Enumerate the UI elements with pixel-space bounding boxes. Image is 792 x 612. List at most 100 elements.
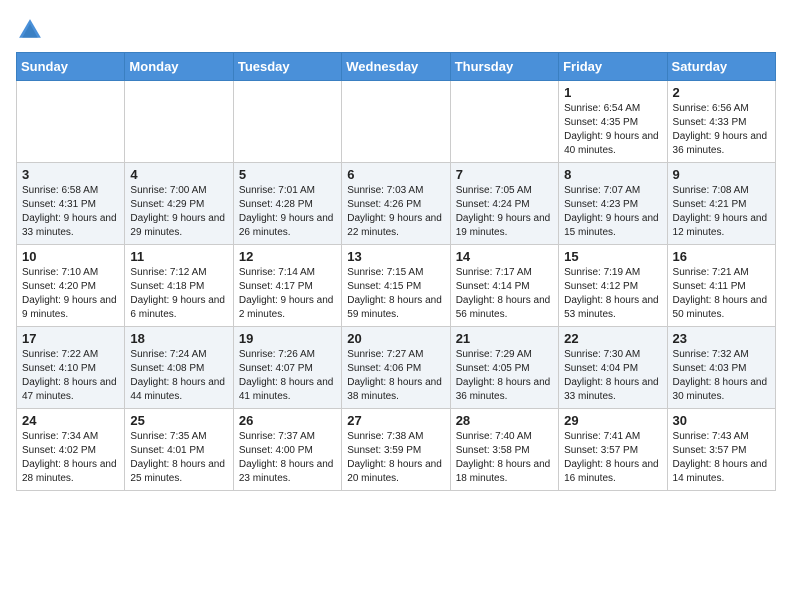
day-info: Sunrise: 6:56 AMSunset: 4:33 PMDaylight:…	[673, 103, 768, 156]
weekday-header: Wednesday	[342, 53, 450, 81]
calendar-header-row: SundayMondayTuesdayWednesdayThursdayFrid…	[17, 53, 776, 81]
day-number: 21	[456, 331, 553, 346]
day-number: 29	[564, 413, 661, 428]
day-number: 28	[456, 413, 553, 428]
weekday-header: Monday	[125, 53, 233, 81]
calendar-cell: 9 Sunrise: 7:08 AMSunset: 4:21 PMDaylight…	[667, 163, 775, 245]
calendar-cell: 28 Sunrise: 7:40 AMSunset: 3:58 PMDayligh…	[450, 409, 558, 491]
day-number: 10	[22, 249, 119, 264]
day-number: 15	[564, 249, 661, 264]
day-number: 5	[239, 167, 336, 182]
day-info: Sunrise: 7:12 AMSunset: 4:18 PMDaylight:…	[130, 267, 225, 320]
calendar-cell: 13 Sunrise: 7:15 AMSunset: 4:15 PMDayligh…	[342, 245, 450, 327]
calendar-cell: 22 Sunrise: 7:30 AMSunset: 4:04 PMDayligh…	[559, 327, 667, 409]
day-number: 9	[673, 167, 770, 182]
calendar-cell: 24Sunrise: 7:34 AMSunset: 4:02 PMDayligh…	[17, 409, 125, 491]
day-number: 11	[130, 249, 227, 264]
day-number: 6	[347, 167, 444, 182]
day-number: 22	[564, 331, 661, 346]
calendar-cell	[342, 81, 450, 163]
day-info: Sunrise: 7:37 AMSunset: 4:00 PMDaylight:…	[239, 431, 334, 484]
day-info: Sunrise: 7:43 AMSunset: 3:57 PMDaylight:…	[673, 431, 768, 484]
calendar-cell	[125, 81, 233, 163]
day-number: 18	[130, 331, 227, 346]
day-info: Sunrise: 7:14 AMSunset: 4:17 PMDaylight:…	[239, 267, 334, 320]
day-info: Sunrise: 7:21 AMSunset: 4:11 PMDaylight:…	[673, 267, 768, 320]
day-number: 13	[347, 249, 444, 264]
day-info: Sunrise: 7:00 AMSunset: 4:29 PMDaylight:…	[130, 185, 225, 238]
day-info: Sunrise: 7:19 AMSunset: 4:12 PMDaylight:…	[564, 267, 659, 320]
day-number: 2	[673, 85, 770, 100]
calendar-cell: 3 Sunrise: 6:58 AMSunset: 4:31 PMDaylight…	[17, 163, 125, 245]
day-number: 25	[130, 413, 227, 428]
weekday-header: Friday	[559, 53, 667, 81]
day-number: 3	[22, 167, 119, 182]
day-number: 23	[673, 331, 770, 346]
day-info: Sunrise: 7:07 AMSunset: 4:23 PMDaylight:…	[564, 185, 659, 238]
calendar-cell: 19Sunrise: 7:26 AMSunset: 4:07 PMDayligh…	[233, 327, 341, 409]
day-number: 20	[347, 331, 444, 346]
calendar-week-row: 3 Sunrise: 6:58 AMSunset: 4:31 PMDaylight…	[17, 163, 776, 245]
calendar-cell: 2 Sunrise: 6:56 AMSunset: 4:33 PMDaylight…	[667, 81, 775, 163]
day-info: Sunrise: 7:29 AMSunset: 4:05 PMDaylight:…	[456, 349, 551, 402]
day-number: 14	[456, 249, 553, 264]
calendar-cell: 10 Sunrise: 7:10 AMSunset: 4:20 PMDayligh…	[17, 245, 125, 327]
logo	[16, 16, 48, 44]
day-info: Sunrise: 7:41 AMSunset: 3:57 PMDaylight:…	[564, 431, 659, 484]
day-number: 16	[673, 249, 770, 264]
calendar-cell: 18 Sunrise: 7:24 AMSunset: 4:08 PMDayligh…	[125, 327, 233, 409]
day-info: Sunrise: 7:22 AMSunset: 4:10 PMDaylight:…	[22, 349, 117, 402]
page-header	[16, 16, 776, 44]
calendar-cell	[17, 81, 125, 163]
day-number: 7	[456, 167, 553, 182]
day-info: Sunrise: 6:54 AMSunset: 4:35 PMDaylight:…	[564, 103, 659, 156]
calendar-cell: 20 Sunrise: 7:27 AMSunset: 4:06 PMDayligh…	[342, 327, 450, 409]
day-number: 8	[564, 167, 661, 182]
calendar-week-row: 1 Sunrise: 6:54 AMSunset: 4:35 PMDaylight…	[17, 81, 776, 163]
calendar-cell: 12 Sunrise: 7:14 AMSunset: 4:17 PMDayligh…	[233, 245, 341, 327]
day-number: 30	[673, 413, 770, 428]
weekday-header: Thursday	[450, 53, 558, 81]
day-info: Sunrise: 6:58 AMSunset: 4:31 PMDaylight:…	[22, 185, 117, 238]
day-number: 27	[347, 413, 444, 428]
day-info: Sunrise: 7:15 AMSunset: 4:15 PMDaylight:…	[347, 267, 442, 320]
day-info: Sunrise: 7:03 AMSunset: 4:26 PMDaylight:…	[347, 185, 442, 238]
calendar-week-row: 24Sunrise: 7:34 AMSunset: 4:02 PMDayligh…	[17, 409, 776, 491]
calendar-cell: 21 Sunrise: 7:29 AMSunset: 4:05 PMDayligh…	[450, 327, 558, 409]
calendar-cell: 17 Sunrise: 7:22 AMSunset: 4:10 PMDayligh…	[17, 327, 125, 409]
weekday-header: Sunday	[17, 53, 125, 81]
day-info: Sunrise: 7:32 AMSunset: 4:03 PMDaylight:…	[673, 349, 768, 402]
calendar-week-row: 10 Sunrise: 7:10 AMSunset: 4:20 PMDayligh…	[17, 245, 776, 327]
day-number: 17	[22, 331, 119, 346]
day-info: Sunrise: 7:05 AMSunset: 4:24 PMDaylight:…	[456, 185, 551, 238]
day-info: Sunrise: 7:38 AMSunset: 3:59 PMDaylight:…	[347, 431, 442, 484]
calendar-cell: 16 Sunrise: 7:21 AMSunset: 4:11 PMDayligh…	[667, 245, 775, 327]
day-info: Sunrise: 7:10 AMSunset: 4:20 PMDaylight:…	[22, 267, 117, 320]
calendar-cell: 11 Sunrise: 7:12 AMSunset: 4:18 PMDayligh…	[125, 245, 233, 327]
calendar-cell	[450, 81, 558, 163]
calendar-cell: 7 Sunrise: 7:05 AMSunset: 4:24 PMDaylight…	[450, 163, 558, 245]
day-info: Sunrise: 7:40 AMSunset: 3:58 PMDaylight:…	[456, 431, 551, 484]
day-info: Sunrise: 7:26 AMSunset: 4:07 PMDaylight:…	[239, 349, 334, 402]
calendar-cell: 6 Sunrise: 7:03 AMSunset: 4:26 PMDaylight…	[342, 163, 450, 245]
day-info: Sunrise: 7:17 AMSunset: 4:14 PMDaylight:…	[456, 267, 551, 320]
day-info: Sunrise: 7:24 AMSunset: 4:08 PMDaylight:…	[130, 349, 225, 402]
calendar-cell: 4 Sunrise: 7:00 AMSunset: 4:29 PMDaylight…	[125, 163, 233, 245]
calendar-cell: 30 Sunrise: 7:43 AMSunset: 3:57 PMDayligh…	[667, 409, 775, 491]
day-info: Sunrise: 7:30 AMSunset: 4:04 PMDaylight:…	[564, 349, 659, 402]
day-number: 26	[239, 413, 336, 428]
day-number: 12	[239, 249, 336, 264]
calendar-cell: 23 Sunrise: 7:32 AMSunset: 4:03 PMDayligh…	[667, 327, 775, 409]
day-info: Sunrise: 7:08 AMSunset: 4:21 PMDaylight:…	[673, 185, 768, 238]
logo-icon	[16, 16, 44, 44]
day-info: Sunrise: 7:27 AMSunset: 4:06 PMDaylight:…	[347, 349, 442, 402]
weekday-header: Saturday	[667, 53, 775, 81]
calendar-week-row: 17 Sunrise: 7:22 AMSunset: 4:10 PMDayligh…	[17, 327, 776, 409]
day-number: 4	[130, 167, 227, 182]
calendar-cell: 26 Sunrise: 7:37 AMSunset: 4:00 PMDayligh…	[233, 409, 341, 491]
day-info: Sunrise: 7:01 AMSunset: 4:28 PMDaylight:…	[239, 185, 334, 238]
day-number: 24	[22, 413, 119, 428]
calendar-cell: 5 Sunrise: 7:01 AMSunset: 4:28 PMDaylight…	[233, 163, 341, 245]
calendar-cell	[233, 81, 341, 163]
day-number: 1	[564, 85, 661, 100]
